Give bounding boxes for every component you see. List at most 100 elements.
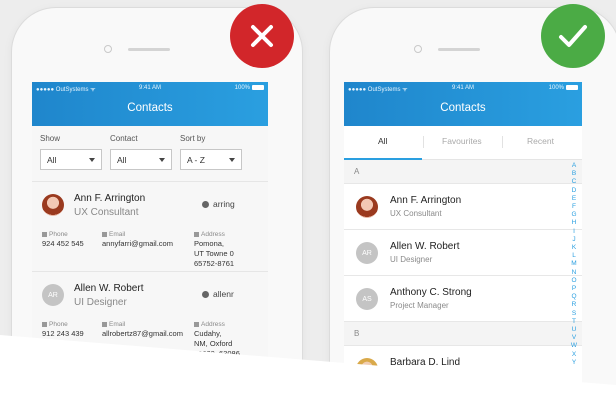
contact-role: UX Consultant [390, 209, 442, 218]
avatar-initials: AR [362, 249, 372, 257]
skype-handle[interactable]: arring [202, 199, 235, 209]
index-letter[interactable]: J [569, 236, 579, 244]
battery-indicator: 100% [549, 85, 578, 91]
index-letter[interactable]: G [569, 211, 579, 219]
app-header: ●●●●● OutSystems ᯤ 9:41 AM 100% Contacts [32, 82, 268, 126]
phone-icon [42, 231, 47, 237]
email-label: Email [109, 231, 126, 238]
sort-filter: Sort by A - Z [180, 134, 242, 170]
index-letter[interactable]: Y [569, 359, 579, 367]
show-dropdown-value: All [47, 155, 57, 165]
index-letter[interactable]: B [569, 170, 579, 178]
address-icon [194, 231, 199, 237]
index-letter[interactable]: L [569, 252, 579, 260]
email-label: Email [109, 321, 126, 328]
show-filter: Show All [40, 134, 102, 170]
index-letter[interactable]: K [569, 244, 579, 252]
index-letter[interactable]: R [569, 301, 579, 309]
email-address[interactable]: allrobertz87@gmail.com [102, 329, 183, 338]
avatar-initials: AS [362, 295, 372, 303]
page-title: Contacts [440, 102, 486, 114]
chevron-down-icon [89, 158, 95, 162]
phone-label: Phone [49, 231, 68, 238]
address-label: Address [201, 231, 225, 238]
battery-icon [252, 85, 264, 90]
phone-number[interactable]: 912 243 439 [42, 329, 84, 338]
skype-icon [202, 201, 209, 209]
alphabet-index[interactable]: ABCDEFGHIJKLMNOPQRSTUVWXY [569, 162, 579, 367]
battery-percent: 100% [234, 85, 250, 92]
email-icon [102, 231, 107, 237]
avatar [356, 196, 378, 218]
show-dropdown[interactable]: All [40, 149, 102, 170]
phone-icon [42, 321, 47, 327]
section-header: B [344, 322, 582, 346]
contact-card[interactable]: Ann F. Arrington UX Consultant arring Ph… [32, 182, 268, 272]
contact-filter: Contact All [110, 134, 172, 170]
email-address[interactable]: annyfarri@gmail.com [102, 239, 173, 248]
tab-recent[interactable]: Recent [527, 136, 554, 146]
page-title: Contacts [127, 102, 173, 114]
incorrect-badge [230, 4, 294, 68]
phone-label: Phone [49, 321, 68, 328]
index-letter[interactable]: O [569, 277, 579, 285]
contact-filter-label: Contact [110, 134, 138, 143]
skype-icon [202, 291, 209, 299]
earpiece-speaker [128, 48, 170, 51]
contact-role: UX Consultant [74, 207, 139, 218]
skype-handle[interactable]: allenr [202, 289, 234, 299]
index-letter[interactable]: T [569, 318, 579, 326]
list-item[interactable]: AS Anthony C. Strong Project Manager [344, 276, 582, 322]
address-line: UT Towne 0 [194, 249, 234, 258]
sort-dropdown[interactable]: A - Z [180, 149, 242, 170]
contact-name: Allen W. Robert [390, 241, 460, 252]
index-letter[interactable]: N [569, 269, 579, 277]
contact-dropdown[interactable]: All [110, 149, 172, 170]
list-item[interactable]: Barbara D. Lind HR Manager [344, 346, 582, 392]
avatar [42, 194, 64, 216]
address-icon [194, 321, 199, 327]
index-letter[interactable]: W [569, 342, 579, 350]
index-letter[interactable]: F [569, 203, 579, 211]
index-letter[interactable]: U [569, 326, 579, 334]
filter-bar: Show All Contact All Sort by A - Z [32, 126, 268, 182]
index-letter[interactable]: D [569, 187, 579, 195]
address-line: 52220, 63086 [194, 349, 240, 358]
address-label: Address [201, 321, 225, 328]
tab-divider [502, 136, 503, 148]
sort-filter-label: Sort by [180, 134, 206, 143]
tab-favourites[interactable]: Favourites [442, 136, 482, 146]
index-letter[interactable]: A [569, 162, 579, 170]
index-letter[interactable]: S [569, 310, 579, 318]
index-letter[interactable]: H [569, 219, 579, 227]
front-camera [414, 45, 422, 53]
contact-card[interactable]: AR Allen W. Robert UI Designer allenr Ph… [32, 272, 268, 362]
app-header: ●●●●● OutSystems ᯤ 9:41 AM 100% Contacts [344, 82, 582, 126]
phone-number[interactable]: 924 452 545 [42, 239, 84, 248]
email-column: Email allrobertz87@gmail.com [102, 321, 183, 338]
index-letter[interactable]: Q [569, 293, 579, 301]
index-letter[interactable]: P [569, 285, 579, 293]
index-letter[interactable]: X [569, 351, 579, 359]
contact-name: Anthony C. Strong [390, 287, 472, 298]
index-letter[interactable]: C [569, 178, 579, 186]
contacts-screen-good: ●●●●● OutSystems ᯤ 9:41 AM 100% Contacts… [344, 82, 582, 418]
active-tab-indicator [344, 158, 422, 160]
status-bar: ●●●●● OutSystems ᯤ 9:41 AM 100% [348, 85, 578, 95]
index-letter[interactable]: E [569, 195, 579, 203]
index-letter[interactable]: M [569, 260, 579, 268]
clock: 9:41 AM [138, 85, 161, 91]
x-icon [251, 25, 273, 47]
tab-all[interactable]: All [378, 136, 387, 146]
chevron-down-icon [159, 158, 165, 162]
list-item[interactable]: Ann F. Arrington UX Consultant [344, 184, 582, 230]
index-letter[interactable]: V [569, 334, 579, 342]
index-letter[interactable]: I [569, 228, 579, 236]
list-item[interactable]: AR Allen W. Robert UI Designer [344, 230, 582, 276]
clock: 9:41 AM [451, 85, 474, 91]
battery-indicator: 100% [235, 85, 264, 91]
avatar-initials: AR [48, 291, 58, 299]
phone-frame-bad-example: ●●●●● OutSystems ᯤ 9:41 AM 100% Contacts… [12, 8, 302, 418]
contact-name: Ann F. Arrington [390, 195, 462, 206]
avatar [356, 358, 378, 380]
